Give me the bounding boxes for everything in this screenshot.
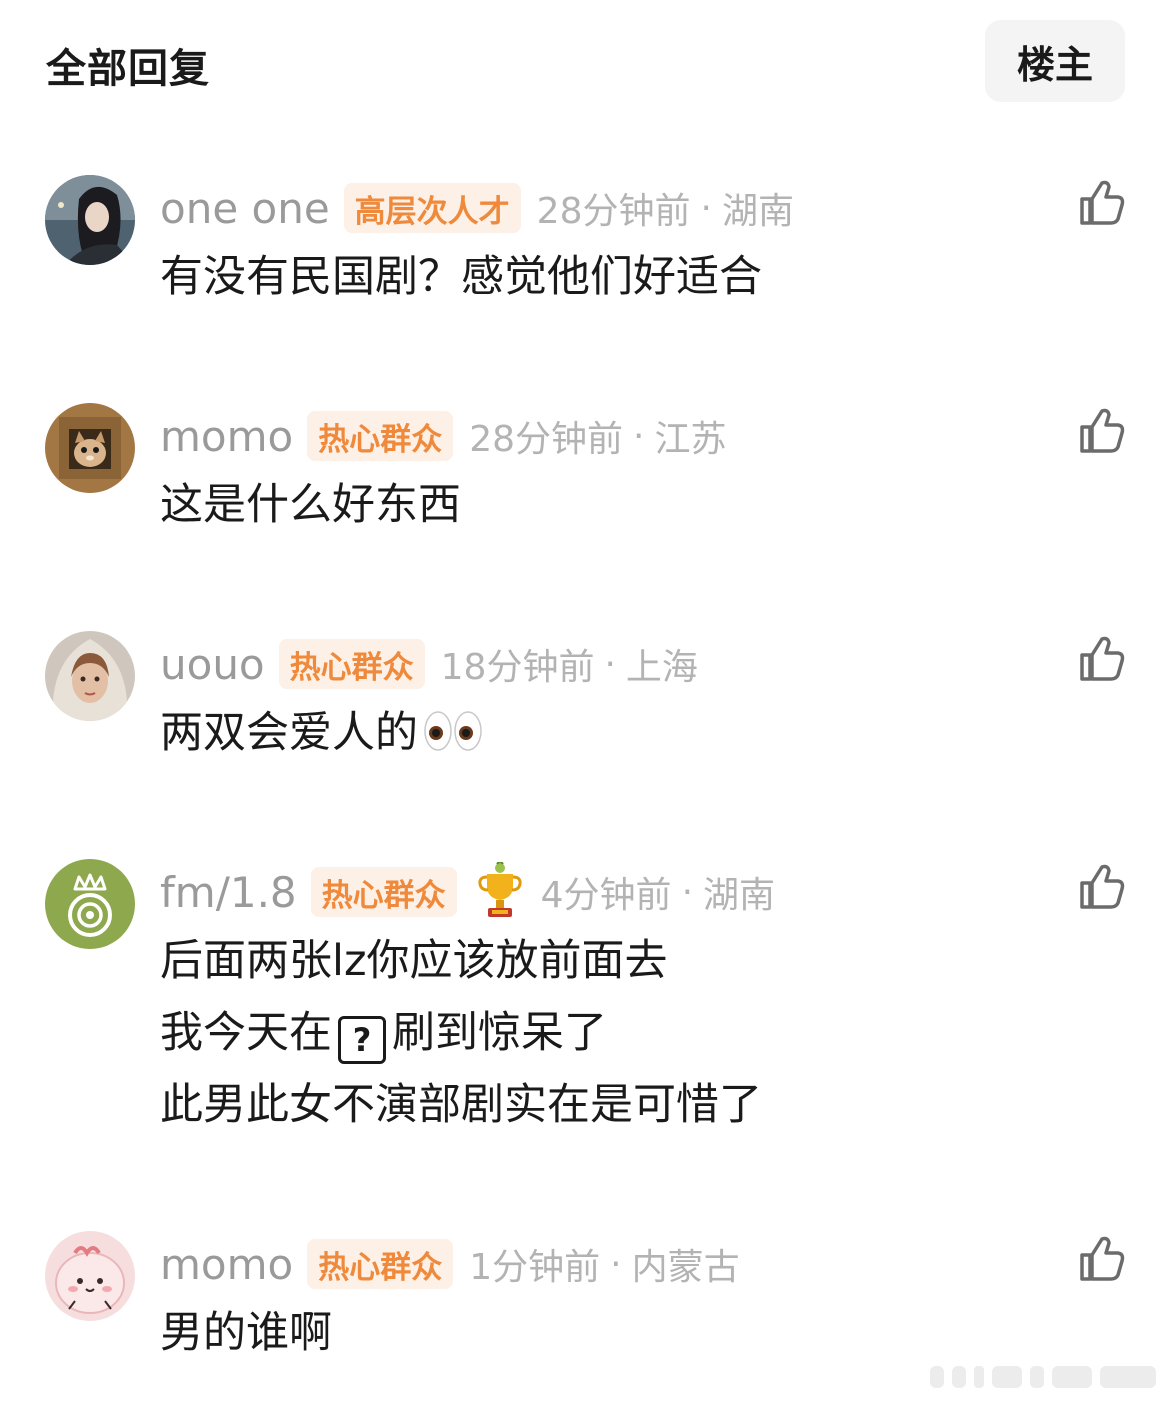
watermark-logo <box>930 1366 1156 1388</box>
avatar[interactable] <box>45 859 135 949</box>
timestamp: 4分钟前 <box>540 875 672 916</box>
username[interactable]: uouo <box>160 640 265 689</box>
thumbs-up-icon[interactable] <box>1076 633 1128 685</box>
status-badge: 热心群众 <box>278 639 425 689</box>
comment-text: 这是什么好东西 <box>160 469 461 541</box>
separator: · <box>610 1243 622 1285</box>
comment-line-text: 两双会爱人的 <box>160 708 418 758</box>
comment-line: 男的谁啊 <box>160 1308 332 1358</box>
separator: · <box>633 415 645 457</box>
comment-line: 有没有民国剧？感觉他们好适合 <box>160 252 762 302</box>
comment-meta: momo 热心群众 28分钟前 · 江苏 <box>160 409 727 463</box>
comment-meta: fm/1.8 热心群众 4分钟前 · 湖南 <box>160 862 776 919</box>
comment-line-text: 我今天在 <box>160 1008 332 1058</box>
separator: · <box>681 871 694 913</box>
thumbs-up-icon[interactable] <box>1076 861 1128 913</box>
comment-line: 我今天在? 刷到惊呆了 <box>160 997 762 1069</box>
username[interactable]: momo <box>160 1240 293 1289</box>
timestamp: 1分钟前 <box>469 1247 601 1288</box>
thumbs-up-icon[interactable] <box>1076 405 1128 457</box>
op-only-button[interactable]: 楼主 <box>985 20 1125 102</box>
comment-meta: momo 热心群众 1分钟前 · 内蒙古 <box>160 1237 740 1291</box>
comment-text: 有没有民国剧？感觉他们好适合 <box>160 241 762 313</box>
comment-text: 两双会爱人的 <box>160 697 484 769</box>
eyes-emoji-icon <box>424 711 482 751</box>
status-badge: 热心群众 <box>310 867 457 917</box>
location: 上海 <box>625 647 698 688</box>
username[interactable]: momo <box>160 412 293 461</box>
comment-line-text: 刷到惊呆了 <box>392 1008 607 1058</box>
timestamp: 18分钟前 <box>440 647 595 688</box>
comment-line: 两双会爱人的 <box>160 697 484 769</box>
status-badge: 热心群众 <box>307 1239 454 1289</box>
timestamp: 28分钟前 <box>469 419 624 460</box>
thumbs-up-icon[interactable] <box>1076 1233 1128 1285</box>
comment-meta: one one 高层次人才 28分钟前 · 湖南 <box>160 181 794 235</box>
comment-line: 这是什么好东西 <box>160 480 461 530</box>
username[interactable]: fm/1.8 <box>160 868 297 917</box>
location: 江苏 <box>654 419 727 460</box>
avatar[interactable] <box>45 631 135 721</box>
comment-text: 后面两张lz你应该放前面去 我今天在? 刷到惊呆了 此男此女不演部剧实在是可惜了 <box>160 925 762 1141</box>
separator: · <box>700 187 712 229</box>
location: 湖南 <box>721 191 794 232</box>
comment-line: 后面两张lz你应该放前面去 <box>160 936 668 986</box>
question-box-icon: ? <box>338 1016 386 1064</box>
thumbs-up-icon[interactable] <box>1076 177 1128 229</box>
avatar[interactable] <box>45 403 135 493</box>
avatar[interactable] <box>45 175 135 265</box>
location: 内蒙古 <box>631 1247 740 1288</box>
separator: · <box>604 643 616 685</box>
avatar[interactable] <box>45 1231 135 1321</box>
location: 湖南 <box>703 875 776 916</box>
username[interactable]: one one <box>160 184 330 233</box>
header-title: 全部回复 <box>46 46 210 92</box>
comment-line: 此男此女不演部剧实在是可惜了 <box>160 1080 762 1130</box>
comment-meta: uouo 热心群众 18分钟前 · 上海 <box>160 637 698 691</box>
comment-text: 男的谁啊 <box>160 1297 332 1369</box>
timestamp: 28分钟前 <box>536 191 691 232</box>
trophy-icon <box>478 862 522 917</box>
status-badge: 高层次人才 <box>343 183 521 233</box>
status-badge: 热心群众 <box>307 411 454 461</box>
